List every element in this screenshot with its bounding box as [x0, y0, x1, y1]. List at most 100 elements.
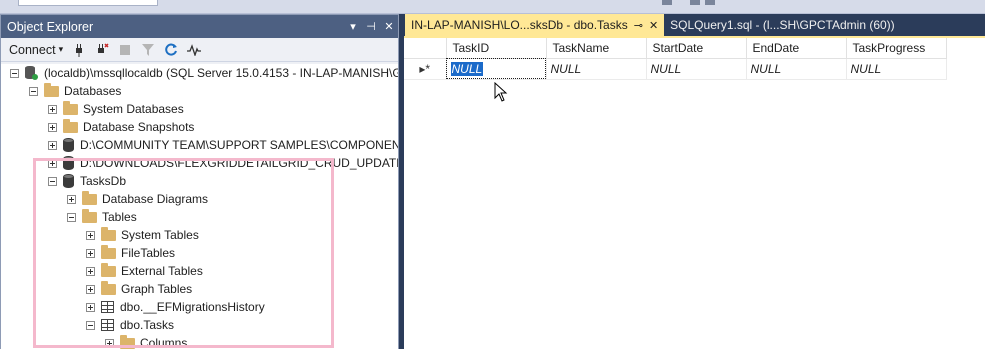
expand-icon[interactable]: [48, 140, 57, 150]
connect-label: Connect: [9, 42, 56, 57]
collapse-icon[interactable]: [48, 176, 57, 186]
mouse-pointer-icon: [494, 82, 508, 102]
tree-node-columns[interactable]: Columns: [105, 334, 187, 349]
folder-icon: [120, 334, 135, 349]
table-cell[interactable]: NULL: [546, 58, 647, 80]
table-cell[interactable]: NULL: [846, 58, 947, 80]
pin-icon[interactable]: ⊸: [634, 19, 643, 32]
toolbar-stub: [705, 0, 715, 5]
connect-plug-icon[interactable]: [72, 43, 86, 57]
expand-icon[interactable]: [86, 248, 95, 258]
object-explorer-tree: (localdb)\mssqllocaldb (SQL Server 15.0.…: [1, 64, 398, 349]
pin-icon[interactable]: ⊣: [362, 20, 380, 33]
disconnect-icon[interactable]: [95, 42, 109, 57]
column-header[interactable]: EndDate: [746, 38, 847, 59]
expand-icon[interactable]: [86, 266, 95, 276]
close-icon[interactable]: ✕: [649, 19, 658, 32]
header-row: TaskID TaskName StartDate EndDate TaskPr…: [404, 38, 947, 59]
toolbar-stub: [690, 0, 700, 5]
tree-node-label: System Tables: [121, 228, 199, 242]
corner-header[interactable]: [404, 38, 447, 59]
tree-node-dbo-tasks[interactable]: dbo.Tasks: [86, 316, 174, 334]
database-icon: [63, 138, 74, 152]
cell-value: NULL: [450, 61, 484, 76]
close-icon[interactable]: ✕: [380, 20, 398, 33]
server-icon: [25, 66, 38, 80]
tree-node-label: Columns: [140, 336, 188, 349]
expand-icon[interactable]: [86, 230, 95, 240]
column-header[interactable]: TaskID: [446, 38, 547, 59]
filter-icon[interactable]: [141, 43, 155, 57]
chevron-down-icon: ▾: [58, 44, 64, 54]
collapse-icon[interactable]: [10, 68, 19, 78]
top-toolbar-strip: [0, 0, 985, 14]
tree-node-label: (localdb)\mssqllocaldb (SQL Server 15.0.…: [44, 66, 398, 80]
tree-node-external-tables[interactable]: External Tables: [86, 262, 203, 280]
activity-monitor-icon[interactable]: [187, 43, 202, 57]
folder-icon: [101, 262, 116, 277]
database-icon: [63, 174, 74, 188]
tree-node-server[interactable]: (localdb)\mssqllocaldb (SQL Server 15.0.…: [10, 64, 398, 82]
tree-node-databases[interactable]: Databases: [29, 82, 121, 100]
tree-node-label: Database Diagrams: [102, 192, 209, 206]
expand-icon[interactable]: [86, 284, 95, 294]
folder-icon: [44, 82, 59, 97]
dropdown-icon[interactable]: ▾: [344, 20, 362, 33]
document-tab-strip: IN-LAP-MANISH\LO...sksDb - dbo.Tasks ⊸ ✕…: [399, 14, 985, 36]
collapse-icon[interactable]: [29, 86, 38, 96]
object-explorer-title-bar: Object Explorer ▾ ⊣ ✕: [1, 15, 398, 38]
expand-icon[interactable]: [105, 338, 114, 348]
tree-node-db-downloads[interactable]: D:\DOWNLOADS\FLEXGRIDDETAILGRID_CRUD_UPD…: [48, 154, 398, 172]
column-header[interactable]: StartDate: [646, 38, 747, 59]
folder-icon: [63, 118, 78, 133]
tree-node-label: Database Snapshots: [83, 120, 195, 134]
table-icon: [101, 319, 114, 331]
tree-node-graph-tables[interactable]: Graph Tables: [86, 280, 192, 298]
tab-dbo-tasks[interactable]: IN-LAP-MANISH\LO...sksDb - dbo.Tasks ⊸ ✕: [405, 14, 665, 36]
table-cell[interactable]: NULL: [746, 58, 847, 80]
toolbar-stub: [662, 0, 672, 5]
column-header[interactable]: TaskProgress: [846, 38, 947, 59]
connect-button[interactable]: Connect ▾: [9, 43, 63, 57]
toolbar-combo-box[interactable]: [18, 0, 158, 6]
tree-node-system-databases[interactable]: System Databases: [48, 100, 184, 118]
collapse-icon[interactable]: [67, 212, 76, 222]
collapse-icon[interactable]: [86, 320, 95, 330]
tree-node-label: dbo.__EFMigrationsHistory: [120, 300, 265, 314]
tree-node-db-community[interactable]: D:\COMMUNITY TEAM\SUPPORT SAMPLES\COMPON…: [48, 136, 398, 154]
table-cell[interactable]: NULL: [646, 58, 747, 80]
folder-icon: [63, 100, 78, 115]
tree-node-database-diagrams[interactable]: Database Diagrams: [67, 190, 208, 208]
tree-node-label: dbo.Tasks: [120, 318, 175, 332]
stop-icon[interactable]: [118, 43, 132, 57]
folder-icon: [101, 280, 116, 295]
object-explorer-toolbar: Connect ▾: [1, 38, 398, 62]
folder-icon: [101, 244, 116, 259]
refresh-icon[interactable]: [164, 43, 178, 57]
table-row: ▸* NULL NULL NULL NULL NULL: [404, 58, 947, 80]
tab-sqlquery1[interactable]: SQLQuery1.sql - (l...SH\GPCTAdmin (60)): [664, 14, 901, 36]
tree-node-label: Graph Tables: [121, 282, 193, 296]
tree-node-label: D:\COMMUNITY TEAM\SUPPORT SAMPLES\COMPON…: [80, 138, 398, 152]
table-cell-selected[interactable]: NULL: [446, 58, 547, 80]
tree-node-label: External Tables: [121, 264, 203, 278]
tab-label: IN-LAP-MANISH\LO...sksDb - dbo.Tasks: [411, 18, 628, 32]
tree-node-label: FileTables: [121, 246, 176, 260]
row-marker[interactable]: ▸*: [404, 58, 447, 80]
expand-icon[interactable]: [48, 104, 57, 114]
tree-node-label: Databases: [64, 84, 122, 98]
expand-icon[interactable]: [48, 158, 57, 168]
column-header[interactable]: TaskName: [546, 38, 647, 59]
object-explorer-title: Object Explorer: [7, 19, 94, 34]
tree-node-tables[interactable]: Tables: [67, 208, 137, 226]
tree-node-database-snapshots[interactable]: Database Snapshots: [48, 118, 194, 136]
expand-icon[interactable]: [86, 302, 95, 312]
tree-node-tasksdb[interactable]: TasksDb: [48, 172, 126, 190]
tree-node-file-tables[interactable]: FileTables: [86, 244, 175, 262]
tree-node-system-tables[interactable]: System Tables: [86, 226, 199, 244]
folder-icon: [101, 226, 116, 241]
expand-icon[interactable]: [48, 122, 57, 132]
expand-icon[interactable]: [67, 194, 76, 204]
tree-node-label: System Databases: [83, 102, 184, 116]
tree-node-ef-migrations[interactable]: dbo.__EFMigrationsHistory: [86, 298, 265, 316]
